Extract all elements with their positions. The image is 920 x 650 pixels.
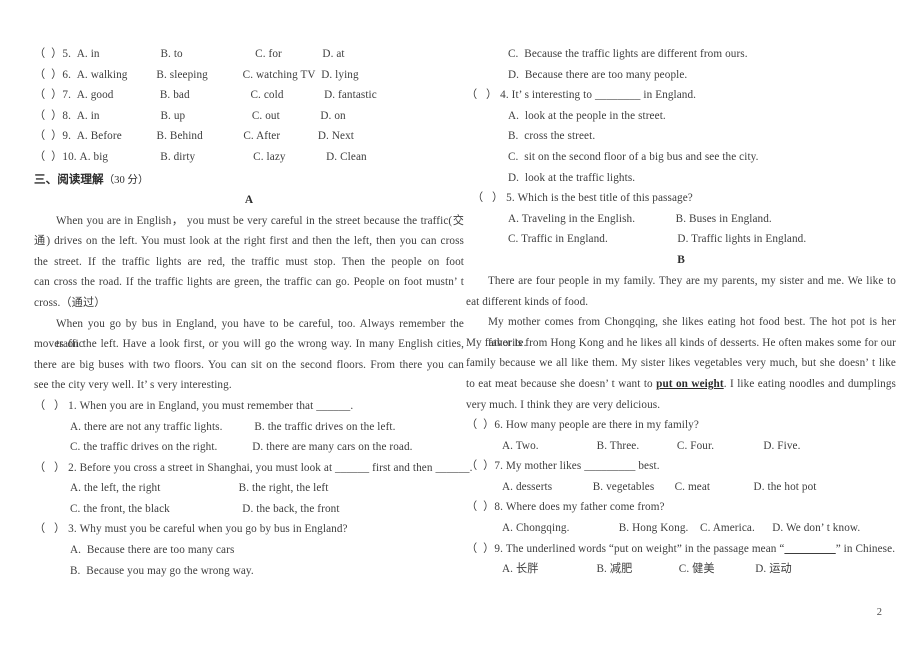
passage-a-question-3-option-c[interactable]: C. Because the traffic lights are differ… [466,44,896,65]
cloze-item-6[interactable]: （ ）6. A. walking B. sleeping C. watching… [34,65,464,86]
section-heading-label: 三、阅读理解 [34,171,104,186]
passage-a-question-3-option-b[interactable]: B. Because you may go the wrong way. [34,561,464,582]
passage-a-question-4-option-b[interactable]: B. cross the street. [466,126,896,147]
passage-a-question-5-options-ab[interactable]: A. Traveling in the English. B. Buses in… [466,209,896,230]
cloze-item-8[interactable]: （ ）8. A. in B. up C. out D. on [34,106,464,127]
cloze-item-9[interactable]: （ ）9. A. Before B. Behind C. After D. Ne… [34,126,464,147]
passage-b-question-9-stem-after: ” in Chinese. [835,542,896,555]
passage-a-question-4-option-c[interactable]: C. sit on the second floor of a big bus … [466,147,896,168]
passage-a-label: A [244,193,254,206]
passage-a-p1-line1: When you are in English， you must be ver… [56,214,464,227]
passage-b-question-6-options[interactable]: A. Two. B. Three. C. Four. D. Five. [466,436,896,457]
exam-paper-page: （ ）5. A. in B. to C. for D. at （ ）6. A. … [0,0,920,650]
passage-a-question-1-options-cd[interactable]: C. the traffic drives on the right. D. t… [34,437,464,458]
passage-b-question-8-options[interactable]: A. Chongqing. B. Hong Kong. C. America. … [466,518,896,539]
passage-b-question-9-stem[interactable]: （ ）9. The underlined words “put on weigh… [466,539,896,560]
underlined-phrase-put-on-weight: put on weight [656,377,724,390]
passage-b-p2-line4-before: to eat meat because she doesn’ t want to [466,377,657,390]
passage-b-question-9-options[interactable]: A. 长胖 B. 减肥 C. 健美 D. 运动 [466,559,896,580]
passage-a-p1-line2: 通) drives on the left. You must look at … [34,235,464,248]
passage-b-question-9-blank: _________ [784,542,836,555]
passage-a-question-4-stem[interactable]: （ ） 4. It’ s interesting to ________ in … [466,85,896,106]
passage-a-question-4-option-a[interactable]: A. look at the people in the street. [466,106,896,127]
passage-b-question-9-stem-before: （ ）9. The underlined words “put on weigh… [466,542,785,555]
passage-a-question-2-options-ab[interactable]: A. the left, the right B. the right, the… [34,478,464,499]
passage-a-question-3-stem[interactable]: （ ） 3. Why must you be careful when you … [34,519,464,540]
passage-a-question-2-stem[interactable]: （ ） 2. Before you cross a street in Shan… [34,458,472,479]
passage-b-question-7-stem[interactable]: （ ）7. My mother likes _________ best. [466,456,896,477]
passage-a-p1-line4: can cross the road. If the traffic light… [34,276,464,289]
passage-a-question-2-options-cd[interactable]: C. the front, the black D. the back, the… [34,499,464,520]
passage-b-p1-line1: There are four people in my family. They… [488,274,896,287]
passage-b-question-7-options[interactable]: A. desserts B. vegetables C. meat D. the… [466,477,896,498]
passage-a-question-4-option-d[interactable]: D. look at the traffic lights. [466,168,896,189]
passage-a-question-5-stem[interactable]: （ ） 5. Which is the best title of this p… [466,188,896,209]
passage-b-p1-line2: eat different kinds of food. [466,295,589,308]
passage-a-question-3-option-d[interactable]: D. Because there are too many people. [466,65,896,86]
cloze-item-5[interactable]: （ ）5. A. in B. to C. for D. at [34,44,464,65]
passage-a-p2-line2: moves on the left. Have a look first, or… [34,338,464,351]
passage-a-p2-line1: When you go by bus in England, you have … [56,317,464,351]
passage-b-label: B [677,253,685,266]
section-heading-points: （30 分） [103,174,149,186]
passage-a-question-5-options-cd[interactable]: C. Traffic in England. D. Traffic lights… [466,229,896,250]
passage-a-question-1-stem[interactable]: （ ） 1. When you are in England, you must… [34,396,464,417]
right-column: C. Because the traffic lights are differ… [466,44,896,580]
passage-b-p2-line2: My father is from Hong Kong and he likes… [466,336,896,349]
passage-b-p2-line1: My mother comes from Chongqing, she like… [488,316,896,349]
passage-a-question-3-option-a[interactable]: A. Because there are too many cars [34,540,464,561]
cloze-item-10[interactable]: （ ）10. A. big B. dirty C. lazy D. Clean [34,147,464,168]
passage-b-p2-line4: to eat meat because she doesn’ t want to… [466,374,896,395]
left-column: （ ）5. A. in B. to C. for D. at （ ）6. A. … [34,44,472,582]
passage-b-question-8-stem[interactable]: （ ）8. Where does my father come from? [466,497,896,518]
passage-b-question-6-stem[interactable]: （ ）6. How many people are there in my fa… [466,415,896,436]
passage-a-p1-line3: the street. If the traffic lights are re… [34,255,464,268]
passage-a-p2-line4: see the city very well. It’ s very inter… [34,379,232,392]
cloze-item-7[interactable]: （ ）7. A. good B. bad C. cold D. fantasti… [34,85,464,106]
passage-b-p2-line5: very much. I think they are very delicio… [466,398,661,411]
passage-a-p1-line5: cross.（通过） [34,296,106,309]
passage-a-question-1-options-ab[interactable]: A. there are not any traffic lights. B. … [34,417,464,438]
section-heading-reading: 三、阅读理解（30 分） [34,168,464,190]
page-number: 2 [876,607,882,618]
passage-a-p2-line3: there are big buses with two floors. You… [34,358,464,371]
passage-b-p2-line3: family because we all like them. My sist… [466,357,896,370]
passage-b-p2-line4-after: . I like eating noodles and dumplings [723,377,897,390]
